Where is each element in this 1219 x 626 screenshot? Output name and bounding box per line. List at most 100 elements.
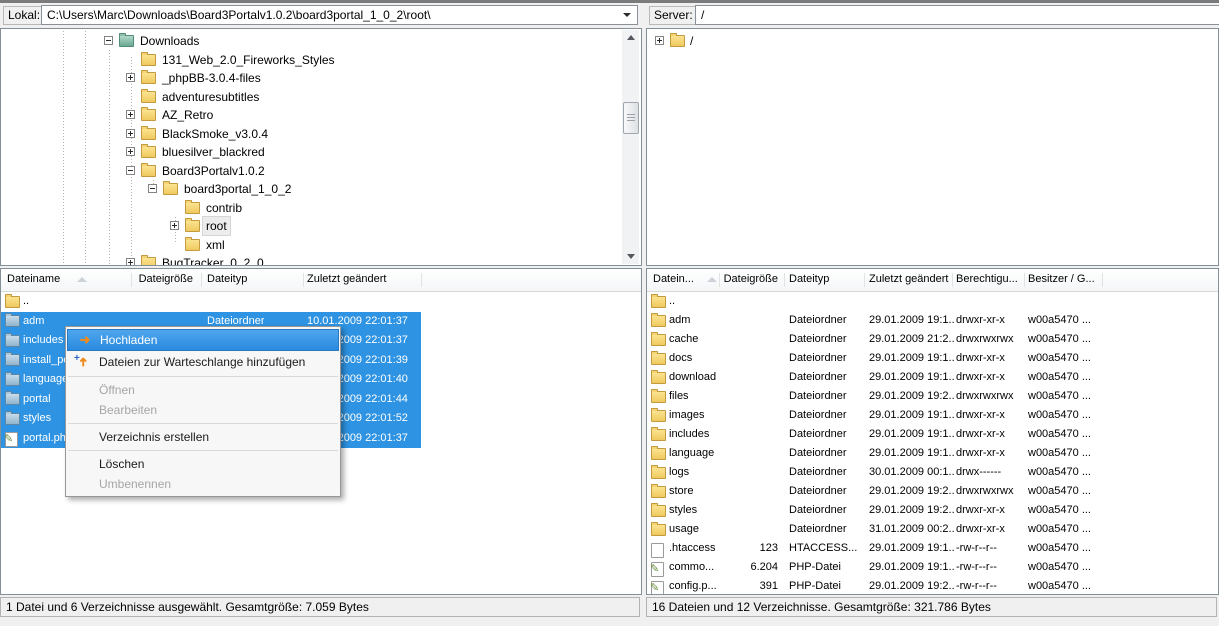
tree-item-board3portalv1-0-2[interactable]: Board3Portalv1.0.2 xyxy=(159,162,268,180)
menu-separator xyxy=(68,450,338,451)
tree-item-downloads[interactable]: Downloads xyxy=(137,32,202,50)
collapse-minus-icon[interactable] xyxy=(104,36,113,45)
perms-cell: drwxrwxrwx xyxy=(956,482,1022,501)
tree-item-item[interactable]: / xyxy=(687,32,696,50)
column-header-dateigr-e[interactable]: Dateigröße xyxy=(131,269,193,290)
menu-item-verzeichnis-erstellen[interactable]: Verzeichnis erstellen xyxy=(66,427,340,447)
file-row-item[interactable]: .. xyxy=(647,292,1218,311)
expand-plus-icon[interactable] xyxy=(655,36,664,45)
local-path-combobox[interactable]: C:\Users\Marc\Downloads\Board3Portalv1.0… xyxy=(41,5,638,25)
file-row-item[interactable]: .. xyxy=(1,292,641,312)
type-cell: Dateiordner xyxy=(789,444,861,463)
dropdown-arrow-icon[interactable] xyxy=(623,13,631,17)
expand-plus-icon[interactable] xyxy=(126,73,135,82)
tree-item-root[interactable]: root xyxy=(203,217,230,235)
file-row-includes[interactable]: includesDateiordner29.01.2009 19:1...drw… xyxy=(647,425,1218,444)
file-row-commo[interactable]: commo...6.204PHP-Datei29.01.2009 19:1...… xyxy=(647,558,1218,577)
type-cell: HTACCESS... xyxy=(789,539,861,558)
folder-icon xyxy=(141,54,156,66)
local-list-header: Dateiname Dateigröße Dateityp Zuletzt geänd… xyxy=(1,269,641,292)
menu-item-ffnen[interactable]: Öffnen xyxy=(66,380,340,400)
owner-cell: w00a5470 ... xyxy=(1028,311,1100,330)
expand-plus-icon[interactable] xyxy=(170,221,179,230)
tree-item-contrib[interactable]: contrib xyxy=(203,199,245,217)
menu-separator xyxy=(68,423,338,424)
perms-cell: drwxrwxrwx xyxy=(956,330,1022,349)
expand-plus-icon[interactable] xyxy=(126,110,135,119)
server-path-combobox[interactable]: / xyxy=(695,5,1219,25)
column-header-zuletzt-ge-ndert[interactable]: Zuletzt geändert xyxy=(869,269,949,290)
column-header-zuletzt-ge-ndert[interactable]: Zuletzt geändert xyxy=(307,269,387,290)
name-cell: language xyxy=(23,370,68,390)
menu-item-umbenennen[interactable]: Umbenennen xyxy=(66,474,340,494)
column-header-besitzer-g[interactable]: Besitzer / G... xyxy=(1028,269,1095,290)
tree-item-bluesilver-blackred[interactable]: bluesilver_blackred xyxy=(159,143,268,161)
file-row-download[interactable]: downloadDateiordner29.01.2009 19:1...drw… xyxy=(647,368,1218,387)
modified-cell: 30.01.2009 00:1... xyxy=(869,463,954,482)
menu-item-hochladen[interactable]: ➜Hochladen xyxy=(67,329,339,351)
column-header-dateigr-e[interactable]: Dateigröße xyxy=(722,269,778,290)
file-row-language[interactable]: languageDateiordner29.01.2009 19:1...drw… xyxy=(647,444,1218,463)
name-cell: language xyxy=(669,444,721,463)
scroll-down-icon[interactable] xyxy=(622,248,639,264)
expand-plus-icon[interactable] xyxy=(126,147,135,156)
type-cell: PHP-Datei xyxy=(789,577,861,595)
collapse-minus-icon[interactable] xyxy=(148,184,157,193)
file-row-files[interactable]: filesDateiordner29.01.2009 19:2...drwxrw… xyxy=(647,387,1218,406)
file-row-usage[interactable]: usageDateiordner31.01.2009 00:2...drwxr-… xyxy=(647,520,1218,539)
file-row-logs[interactable]: logsDateiordner30.01.2009 00:1...drwx---… xyxy=(647,463,1218,482)
tree-item-az-retro[interactable]: AZ_Retro xyxy=(159,106,216,124)
file-row-cache[interactable]: cacheDateiordner29.01.2009 21:2...drwxrw… xyxy=(647,330,1218,349)
folder-icon xyxy=(651,353,666,365)
tree-item-xml[interactable]: xml xyxy=(203,236,228,254)
page-icon xyxy=(651,543,664,558)
column-header-dateiname[interactable]: Dateiname xyxy=(7,269,60,290)
file-row-styles[interactable]: stylesDateiordner29.01.2009 19:2...drwxr… xyxy=(647,501,1218,520)
perms-cell: drwxr-xr-x xyxy=(956,368,1022,387)
column-header-datein[interactable]: Datein... xyxy=(653,269,694,290)
column-header-dateityp[interactable]: Dateityp xyxy=(207,269,247,290)
file-row-htaccess[interactable]: .htaccess123HTACCESS...29.01.2009 19:1..… xyxy=(647,539,1218,558)
folder-icon xyxy=(185,220,200,232)
owner-cell: w00a5470 ... xyxy=(1028,482,1100,501)
local-path-value: C:\Users\Marc\Downloads\Board3Portalv1.0… xyxy=(47,8,431,22)
remote-list-header: Datein... Dateigröße Dateityp Zuletzt geänd… xyxy=(647,269,1218,292)
name-cell: logs xyxy=(669,463,721,482)
modified-cell: 29.01.2009 19:1... xyxy=(869,368,954,387)
modified-cell: 29.01.2009 19:1... xyxy=(869,406,954,425)
file-row-images[interactable]: imagesDateiordner29.01.2009 19:1...drwxr… xyxy=(647,406,1218,425)
modified-cell: 29.01.2009 19:2... xyxy=(869,482,954,501)
server-path-label: Server: xyxy=(649,6,698,25)
folder-icon xyxy=(651,486,666,498)
scroll-up-icon[interactable] xyxy=(622,30,639,46)
file-row-docs[interactable]: docsDateiordner29.01.2009 19:1...drwxr-x… xyxy=(647,349,1218,368)
folder-icon xyxy=(5,374,20,386)
tree-scrollbar[interactable] xyxy=(622,30,639,264)
menu-item-bearbeiten[interactable]: Bearbeiten xyxy=(66,400,340,420)
owner-cell: w00a5470 ... xyxy=(1028,425,1100,444)
header-separator xyxy=(201,273,202,287)
name-cell: commo... xyxy=(669,558,721,577)
menu-item-l-schen[interactable]: Löschen xyxy=(66,454,340,474)
name-cell: usage xyxy=(669,520,721,539)
expand-plus-icon[interactable] xyxy=(126,258,135,266)
tree-item-phpbb-3-0-4-files[interactable]: _phpBB-3.0.4-files xyxy=(159,69,264,87)
file-row-config-p[interactable]: config.p...391PHP-Datei29.01.2009 19:2..… xyxy=(647,577,1218,595)
tree-item-board3portal-1-0-2[interactable]: board3portal_1_0_2 xyxy=(181,180,294,198)
tree-item-adventuresubtitles[interactable]: adventuresubtitles xyxy=(159,88,262,106)
scrollbar-thumb[interactable] xyxy=(623,102,639,134)
tree-item-bugtracker-0-2-0[interactable]: BugTracker_0_2_0 xyxy=(159,254,267,266)
perms-cell: drwxr-xr-x xyxy=(956,444,1022,463)
folder-icon xyxy=(5,315,20,327)
file-row-adm[interactable]: admDateiordner29.01.2009 19:1...drwxr-xr… xyxy=(647,311,1218,330)
tree-item-131-web-2-0-fireworks-styles[interactable]: 131_Web_2.0_Fireworks_Styles xyxy=(159,51,338,69)
tree-item-blacksmoke-v3-0-4[interactable]: BlackSmoke_v3.0.4 xyxy=(159,125,271,143)
folder-icon xyxy=(651,391,666,403)
file-row-store[interactable]: storeDateiordner29.01.2009 19:2...drwxrw… xyxy=(647,482,1218,501)
owner-cell: w00a5470 ... xyxy=(1028,406,1100,425)
expand-plus-icon[interactable] xyxy=(126,129,135,138)
column-header-dateityp[interactable]: Dateityp xyxy=(789,269,829,290)
menu-item-dateien-zur-warteschlange-hinzuf-gen[interactable]: ➜+Dateien zur Warteschlange hinzufügen xyxy=(66,351,340,373)
collapse-minus-icon[interactable] xyxy=(126,166,135,175)
column-header-berechtigu[interactable]: Berechtigu... xyxy=(956,269,1018,290)
